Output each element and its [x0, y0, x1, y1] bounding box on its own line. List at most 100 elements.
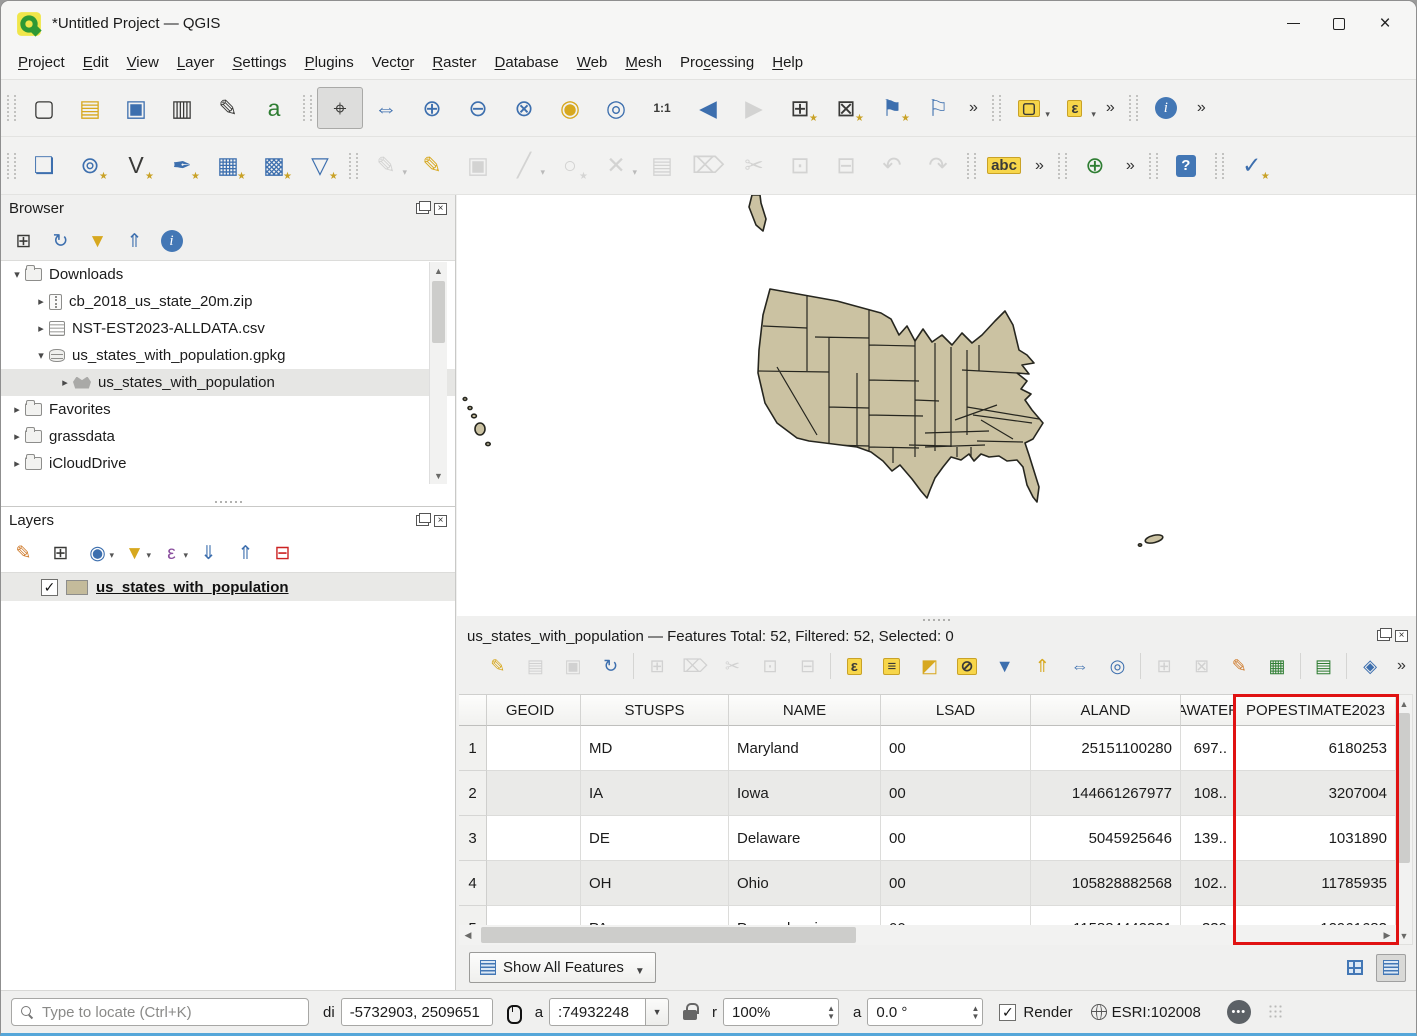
- menu-project[interactable]: Project: [9, 50, 74, 75]
- map-table-splitter[interactable]: [457, 616, 1416, 623]
- add-wms-layer-icon[interactable]: ⊚: [67, 145, 113, 187]
- expand-all-icon[interactable]: ⇓: [190, 536, 227, 570]
- add-delimited-text-layer-icon[interactable]: ✒: [159, 145, 205, 187]
- zoom-to-selected-icon[interactable]: ◎: [1099, 650, 1137, 682]
- open-project-icon[interactable]: ▤: [67, 87, 113, 129]
- tree-expander-icon[interactable]: ▸: [9, 430, 25, 443]
- menu-layer[interactable]: Layer: [168, 50, 224, 75]
- open-field-calculator-icon[interactable]: ✎: [1221, 650, 1259, 682]
- cell-popestimate2023[interactable]: 1031890: [1236, 816, 1396, 861]
- attr-close-icon[interactable]: ×: [1395, 630, 1408, 642]
- table-scroll-down-icon[interactable]: ▼: [1396, 927, 1412, 944]
- zoom-native-resolution-icon[interactable]: 1:1: [639, 87, 685, 129]
- manage-map-themes-icon[interactable]: ◉▾: [79, 536, 116, 570]
- cell-awater[interactable]: 139..: [1181, 816, 1236, 861]
- cell-stusps[interactable]: DE: [581, 816, 729, 861]
- browser-item-cb-2018-us-state-20m-zip[interactable]: ▸cb_2018_us_state_20m.zip: [1, 288, 455, 315]
- table-scroll-up-icon[interactable]: ▲: [1396, 695, 1412, 712]
- menu-web[interactable]: Web: [568, 50, 617, 75]
- layer-visibility-checkbox[interactable]: ✓: [41, 579, 58, 596]
- browser-item-grassdata[interactable]: ▸grassdata: [1, 423, 455, 450]
- zoom-last-icon[interactable]: ◀: [685, 87, 731, 129]
- save-project-icon[interactable]: ▣: [113, 87, 159, 129]
- cell-aland[interactable]: 25151100280: [1031, 726, 1181, 771]
- cell-name[interactable]: Maryland: [729, 726, 881, 771]
- new-print-layout-icon[interactable]: ▥: [159, 87, 205, 129]
- cell-geoid[interactable]: [487, 726, 581, 771]
- toolbar-handle[interactable]: [1149, 153, 1158, 179]
- scale-dropdown-button[interactable]: ▼: [645, 998, 669, 1026]
- menu-processing[interactable]: Processing: [671, 50, 763, 75]
- open-data-source-manager-icon[interactable]: ❏: [21, 145, 67, 187]
- enable-properties-widget-icon[interactable]: i: [153, 224, 190, 258]
- cell-lsad[interactable]: 00: [881, 861, 1031, 906]
- table-actions-icon[interactable]: ◈: [1351, 650, 1389, 682]
- browser-item-nst-est2023-alldata-csv[interactable]: ▸NST-EST2023-ALLDATA.csv: [1, 315, 455, 342]
- cell-awater[interactable]: 697..: [1181, 726, 1236, 771]
- resize-grip[interactable]: [1269, 1005, 1283, 1019]
- column-header-geoid[interactable]: GEOID: [487, 695, 581, 726]
- browser-item-favorites[interactable]: ▸Favorites: [1, 396, 455, 423]
- toolbar-handle[interactable]: [7, 153, 16, 179]
- layers-close-icon[interactable]: ×: [434, 515, 447, 527]
- show-layout-manager-icon[interactable]: ✎: [205, 87, 251, 129]
- maximize-button[interactable]: [1316, 1, 1362, 46]
- filter-legend-icon[interactable]: ▼▾: [116, 536, 153, 570]
- cell-geoid[interactable]: [487, 861, 581, 906]
- menu-plugins[interactable]: Plugins: [296, 50, 363, 75]
- toggle-editing-mode-icon[interactable]: ✎: [479, 650, 517, 682]
- spin-up-icon[interactable]: ▲: [827, 1005, 835, 1012]
- filter-browser-icon[interactable]: ▼: [79, 224, 116, 258]
- deselect-all-icon[interactable]: ⊘: [948, 650, 986, 682]
- scale-input[interactable]: :74932248: [549, 998, 645, 1026]
- new-map-view-icon[interactable]: ⊞: [777, 87, 823, 129]
- menu-help[interactable]: Help: [763, 50, 812, 75]
- tree-expander-icon[interactable]: ▸: [33, 295, 49, 308]
- table-vthumb[interactable]: [1398, 713, 1410, 863]
- cell-geoid[interactable]: [487, 771, 581, 816]
- pan-map-icon[interactable]: ⌖: [317, 87, 363, 129]
- select-by-expression-icon[interactable]: ε▾: [1052, 87, 1098, 129]
- cell-geoid[interactable]: [487, 816, 581, 861]
- attr-float-icon[interactable]: [1377, 630, 1390, 641]
- toolbar-handle[interactable]: [349, 153, 358, 179]
- crs-status[interactable]: ESRI:102008: [1112, 1004, 1201, 1021]
- menu-edit[interactable]: Edit: [74, 50, 118, 75]
- cell-name[interactable]: Delaware: [729, 816, 881, 861]
- browser-close-icon[interactable]: ×: [434, 203, 447, 215]
- scrollbar-thumb[interactable]: [432, 281, 445, 343]
- zoom-to-selection-icon[interactable]: ◉: [547, 87, 593, 129]
- toolbar-handle[interactable]: [1215, 153, 1224, 179]
- layer-item[interactable]: ✓ us_states_with_population: [1, 573, 455, 601]
- menu-raster[interactable]: Raster: [423, 50, 485, 75]
- cell-name[interactable]: Ohio: [729, 861, 881, 906]
- toolbar-handle[interactable]: [1058, 153, 1067, 179]
- toolbar-overflow[interactable]: »: [1189, 99, 1214, 117]
- zoom-to-layer-icon[interactable]: ◎: [593, 87, 639, 129]
- tree-expander-icon[interactable]: ▸: [57, 376, 73, 389]
- cell-name[interactable]: Iowa: [729, 771, 881, 816]
- locator-search-input[interactable]: Type to locate (Ctrl+K): [11, 998, 309, 1026]
- row-number[interactable]: 1: [459, 726, 487, 771]
- cell-stusps[interactable]: OH: [581, 861, 729, 906]
- collapse-all-icon[interactable]: ⇑: [116, 224, 153, 258]
- new-3d-map-view-icon[interactable]: ⊠: [823, 87, 869, 129]
- row-number[interactable]: 3: [459, 816, 487, 861]
- cell-popestimate2023[interactable]: 3207004: [1236, 771, 1396, 816]
- scroll-down-icon[interactable]: ▼: [430, 467, 447, 484]
- zoom-in-icon[interactable]: ⊕: [409, 87, 455, 129]
- close-button[interactable]: ×: [1362, 1, 1408, 46]
- zoom-full-extent-icon[interactable]: ⊗: [501, 87, 547, 129]
- minimize-button[interactable]: [1270, 1, 1316, 46]
- toolbar-overflow[interactable]: »: [1118, 157, 1143, 175]
- menu-mesh[interactable]: Mesh: [616, 50, 671, 75]
- tree-expander-icon[interactable]: ▾: [33, 349, 49, 362]
- pan-to-selection-icon[interactable]: ⇔: [363, 87, 409, 129]
- invert-selection-icon[interactable]: ◩: [911, 650, 949, 682]
- menu-settings[interactable]: Settings: [223, 50, 295, 75]
- scroll-up-icon[interactable]: ▲: [430, 262, 447, 279]
- cell-awater[interactable]: 108..: [1181, 771, 1236, 816]
- add-spatialite-layer-icon[interactable]: ▦: [205, 145, 251, 187]
- cell-stusps[interactable]: IA: [581, 771, 729, 816]
- conditional-formatting-icon[interactable]: ▦: [1258, 650, 1296, 682]
